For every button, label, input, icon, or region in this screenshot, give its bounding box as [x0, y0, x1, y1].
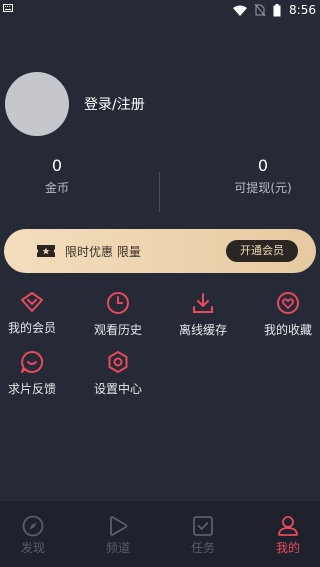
- battery-icon: [273, 3, 281, 17]
- download-icon: [168, 291, 238, 315]
- cash-label: 可提现(元): [234, 181, 292, 195]
- vip-promo-text: 限时优惠 限量: [65, 245, 141, 259]
- heart-icon: [253, 291, 320, 315]
- no-sim-icon: [255, 4, 266, 16]
- stats-divider: [159, 172, 160, 212]
- status-bar: 8:56: [0, 0, 320, 22]
- cash-value: 0: [257, 156, 269, 175]
- nav-label: 任务: [190, 541, 215, 555]
- wifi-icon: [233, 5, 248, 16]
- grid-item-watch-history[interactable]: 观看历史: [83, 291, 153, 338]
- nav-tab-discover[interactable]: 发现: [3, 515, 63, 556]
- cash-stat[interactable]: 0 可提现(元): [223, 156, 303, 196]
- vip-promo-banner[interactable]: 限时优惠 限量 开通会员: [4, 229, 316, 273]
- vip-diamond-icon: [0, 291, 67, 313]
- grid-item-settings[interactable]: 设置中心: [83, 350, 153, 397]
- open-vip-button[interactable]: 开通会员: [226, 240, 298, 262]
- bottom-nav: 发现 频道 任务 我的: [0, 501, 320, 567]
- grid-label: 求片反馈: [7, 382, 56, 396]
- grid-label: 观看历史: [93, 323, 142, 337]
- compass-icon: [3, 515, 63, 537]
- nav-label: 发现: [20, 541, 45, 555]
- nav-tab-mine[interactable]: 我的: [258, 515, 318, 556]
- play-icon: [88, 515, 148, 537]
- nav-label: 我的: [275, 541, 300, 555]
- grid-item-my-vip[interactable]: 我的会员: [0, 291, 67, 336]
- grid-label: 离线缓存: [178, 323, 227, 337]
- nav-tab-tasks[interactable]: 任务: [173, 515, 233, 556]
- user-icon: [258, 515, 318, 537]
- profile-screen: 8:56 登录/注册 0 金币 0 可提现(元) 限时优惠 限量 开通会员 我的…: [0, 0, 320, 567]
- grid-item-my-favorites[interactable]: 我的收藏: [253, 291, 320, 338]
- clock-icon: [83, 291, 153, 315]
- task-icon: [173, 515, 233, 537]
- grid-label: 我的会员: [7, 321, 56, 335]
- grid-item-offline-cache[interactable]: 离线缓存: [168, 291, 238, 338]
- coins-value: 0: [51, 156, 63, 175]
- nav-tab-channel[interactable]: 频道: [88, 515, 148, 556]
- feedback-icon: [0, 350, 67, 374]
- nav-label: 频道: [105, 541, 130, 555]
- grid-label: 设置中心: [93, 382, 142, 396]
- ticket-icon: [36, 243, 56, 262]
- settings-icon: [83, 350, 153, 374]
- coins-stat[interactable]: 0 金币: [27, 156, 87, 196]
- keyboard-icon: [3, 4, 13, 15]
- grid-item-request-feedback[interactable]: 求片反馈: [0, 350, 67, 397]
- avatar[interactable]: [5, 72, 69, 136]
- grid-label: 我的收藏: [263, 323, 312, 337]
- login-register-link[interactable]: 登录/注册: [84, 94, 145, 114]
- coins-label: 金币: [44, 181, 69, 195]
- status-time: 8:56: [289, 3, 316, 17]
